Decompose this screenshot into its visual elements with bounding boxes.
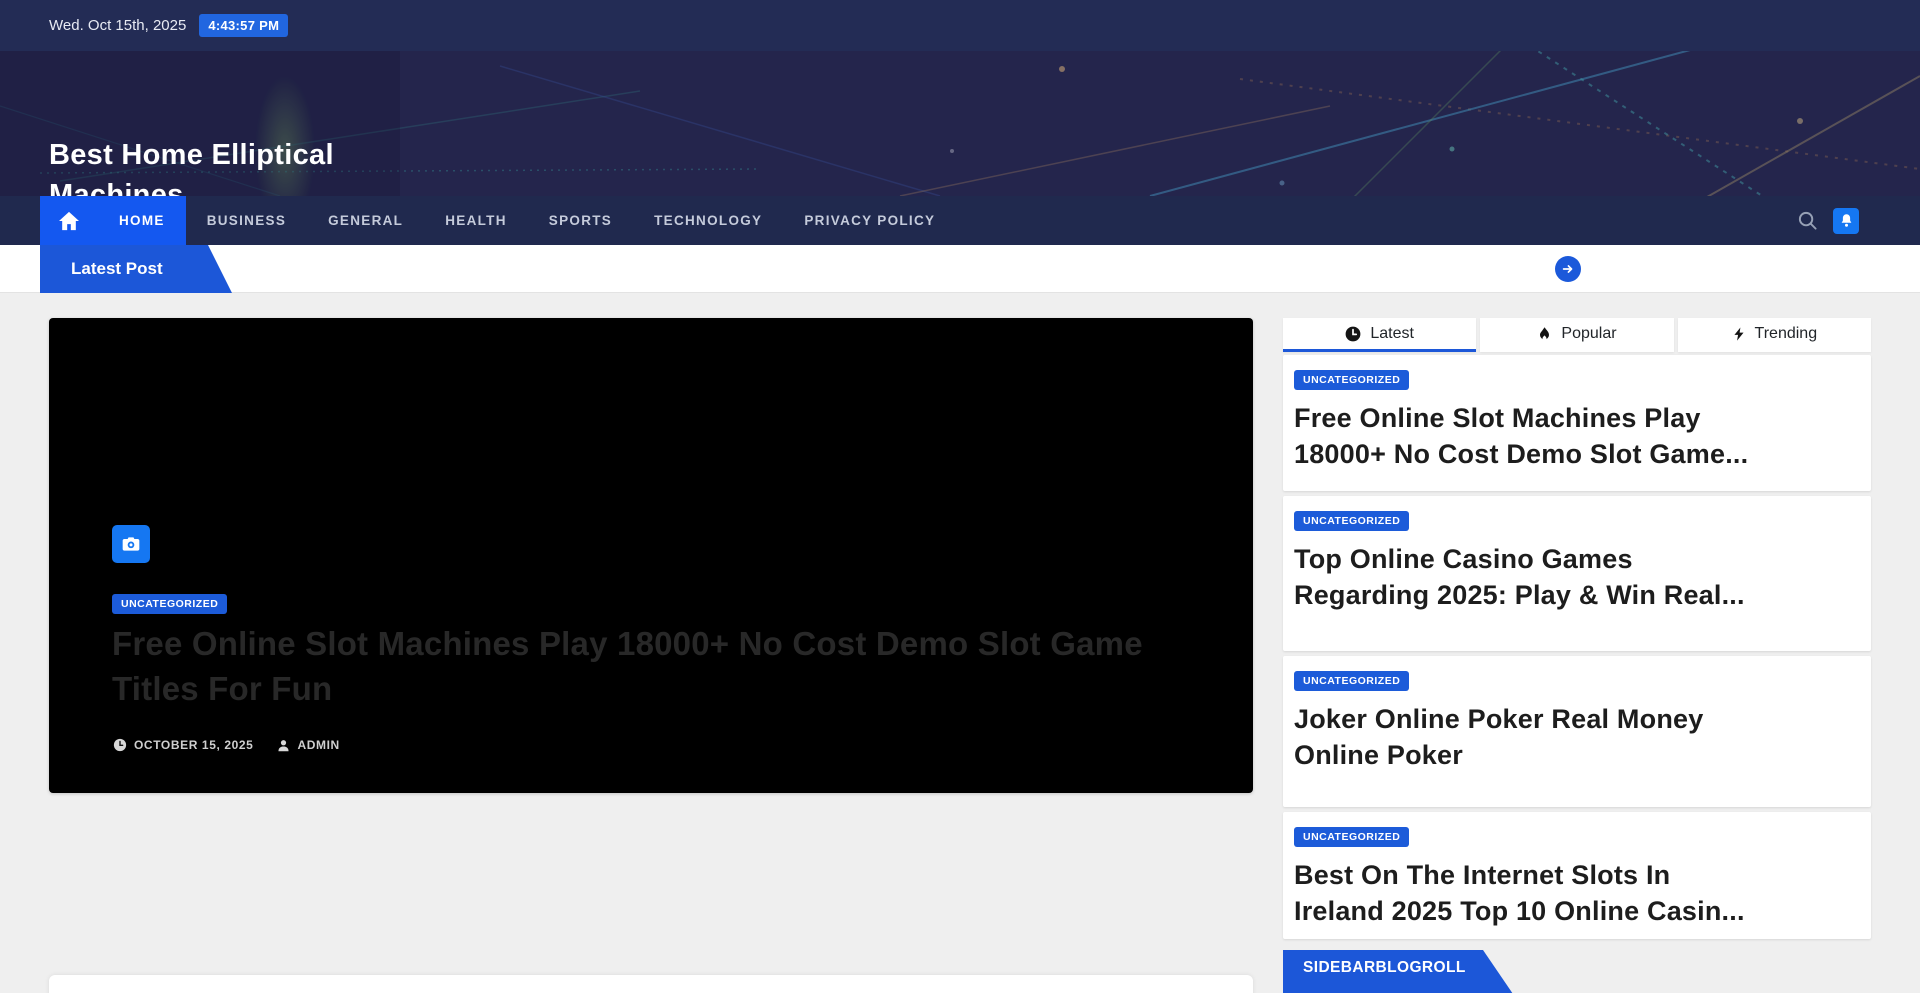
featured-post-meta: OCTOBER 15, 2025 ADMIN [113, 738, 340, 752]
category-badge[interactable]: UNCATEGORIZED [1294, 370, 1409, 390]
sidebar-post-title[interactable]: Best On The Internet Slots In Ireland 20… [1294, 857, 1860, 929]
sidebar-post-title[interactable]: Joker Online Poker Real Money Online Pok… [1294, 701, 1860, 773]
camera-icon [121, 534, 141, 554]
current-date: Wed. Oct 15th, 2025 [49, 17, 186, 34]
current-time-badge: 4:43:57 PM [199, 14, 288, 37]
site-header: Best Home Elliptical Machines [0, 51, 1920, 196]
sidebar-blogroll-ribbon: SIDEBARBLOGROLL [1283, 950, 1513, 993]
nav-item-general[interactable]: GENERAL [307, 196, 424, 245]
site-title[interactable]: Best Home Elliptical Machines [49, 135, 334, 196]
tab-latest[interactable]: Latest [1283, 318, 1476, 352]
clock-icon [1345, 326, 1361, 342]
arrow-right-icon [1561, 262, 1575, 276]
featured-post[interactable]: UNCATEGORIZED Free Online Slot Machines … [49, 318, 1253, 793]
nav-item-sports[interactable]: SPORTS [528, 196, 633, 245]
sidebar-tabs: Latest Popular Trending [1283, 318, 1871, 352]
sidebar-post-1[interactable]: UNCATEGORIZED Free Online Slot Machines … [1283, 355, 1871, 491]
content-area: UNCATEGORIZED Free Online Slot Machines … [0, 293, 1920, 993]
nav-home-icon-item[interactable] [40, 196, 98, 245]
sidebar-post-4[interactable]: UNCATEGORIZED Best On The Internet Slots… [1283, 812, 1871, 939]
nav-item-health[interactable]: HEALTH [424, 196, 528, 245]
bolt-icon [1732, 326, 1746, 342]
flame-icon [1537, 326, 1552, 342]
main-content-card [49, 975, 1253, 993]
nav-item-privacy-policy[interactable]: PRIVACY POLICY [783, 196, 956, 245]
featured-category-badge[interactable]: UNCATEGORIZED [112, 594, 227, 614]
camera-placeholder-badge [112, 525, 150, 563]
site-title-line1: Best Home Elliptical [49, 135, 334, 175]
featured-post-date[interactable]: OCTOBER 15, 2025 [113, 738, 253, 752]
ticker-next-button[interactable] [1555, 256, 1581, 282]
category-badge[interactable]: UNCATEGORIZED [1294, 827, 1409, 847]
search-button[interactable] [1797, 210, 1818, 231]
sidebar-post-title[interactable]: Free Online Slot Machines Play 18000+ No… [1294, 400, 1860, 472]
tab-trending[interactable]: Trending [1678, 318, 1871, 352]
sidebar: Latest Popular Trending UNCATEGORIZED Fr… [1283, 318, 1871, 993]
category-badge[interactable]: UNCATEGORIZED [1294, 671, 1409, 691]
sidebar-post-title[interactable]: Top Online Casino Games Regarding 2025: … [1294, 541, 1860, 613]
tab-popular[interactable]: Popular [1480, 318, 1673, 352]
sidebar-post-3[interactable]: UNCATEGORIZED Joker Online Poker Real Mo… [1283, 656, 1871, 807]
nav-item-home[interactable]: HOME [98, 196, 186, 245]
topbar: Wed. Oct 15th, 2025 4:43:57 PM [0, 0, 1920, 51]
clock-icon [113, 738, 127, 752]
nav-item-technology[interactable]: TECHNOLOGY [633, 196, 783, 245]
notifications-button[interactable] [1833, 208, 1859, 234]
featured-title-line1: Free Online Slot Machines Play 18000+ No… [112, 621, 1143, 666]
main-nav: HOME BUSINESS GENERAL HEALTH SPORTS TECH… [0, 196, 1920, 245]
featured-title-line2: Titles For Fun [112, 666, 1143, 711]
nav-item-business[interactable]: BUSINESS [186, 196, 307, 245]
main-column: UNCATEGORIZED Free Online Slot Machines … [49, 318, 1253, 993]
latest-post-ribbon: Latest Post [40, 245, 232, 293]
category-badge[interactable]: UNCATEGORIZED [1294, 511, 1409, 531]
featured-post-title[interactable]: Free Online Slot Machines Play 18000+ No… [112, 621, 1143, 711]
home-icon [58, 211, 80, 231]
user-icon [277, 739, 290, 752]
search-icon [1797, 210, 1818, 231]
featured-post-author[interactable]: ADMIN [277, 738, 339, 752]
bell-icon [1839, 213, 1854, 228]
sidebar-post-2[interactable]: UNCATEGORIZED Top Online Casino Games Re… [1283, 496, 1871, 651]
latest-post-ticker: Latest Post [0, 245, 1920, 293]
site-title-line2: Machines [49, 175, 334, 196]
